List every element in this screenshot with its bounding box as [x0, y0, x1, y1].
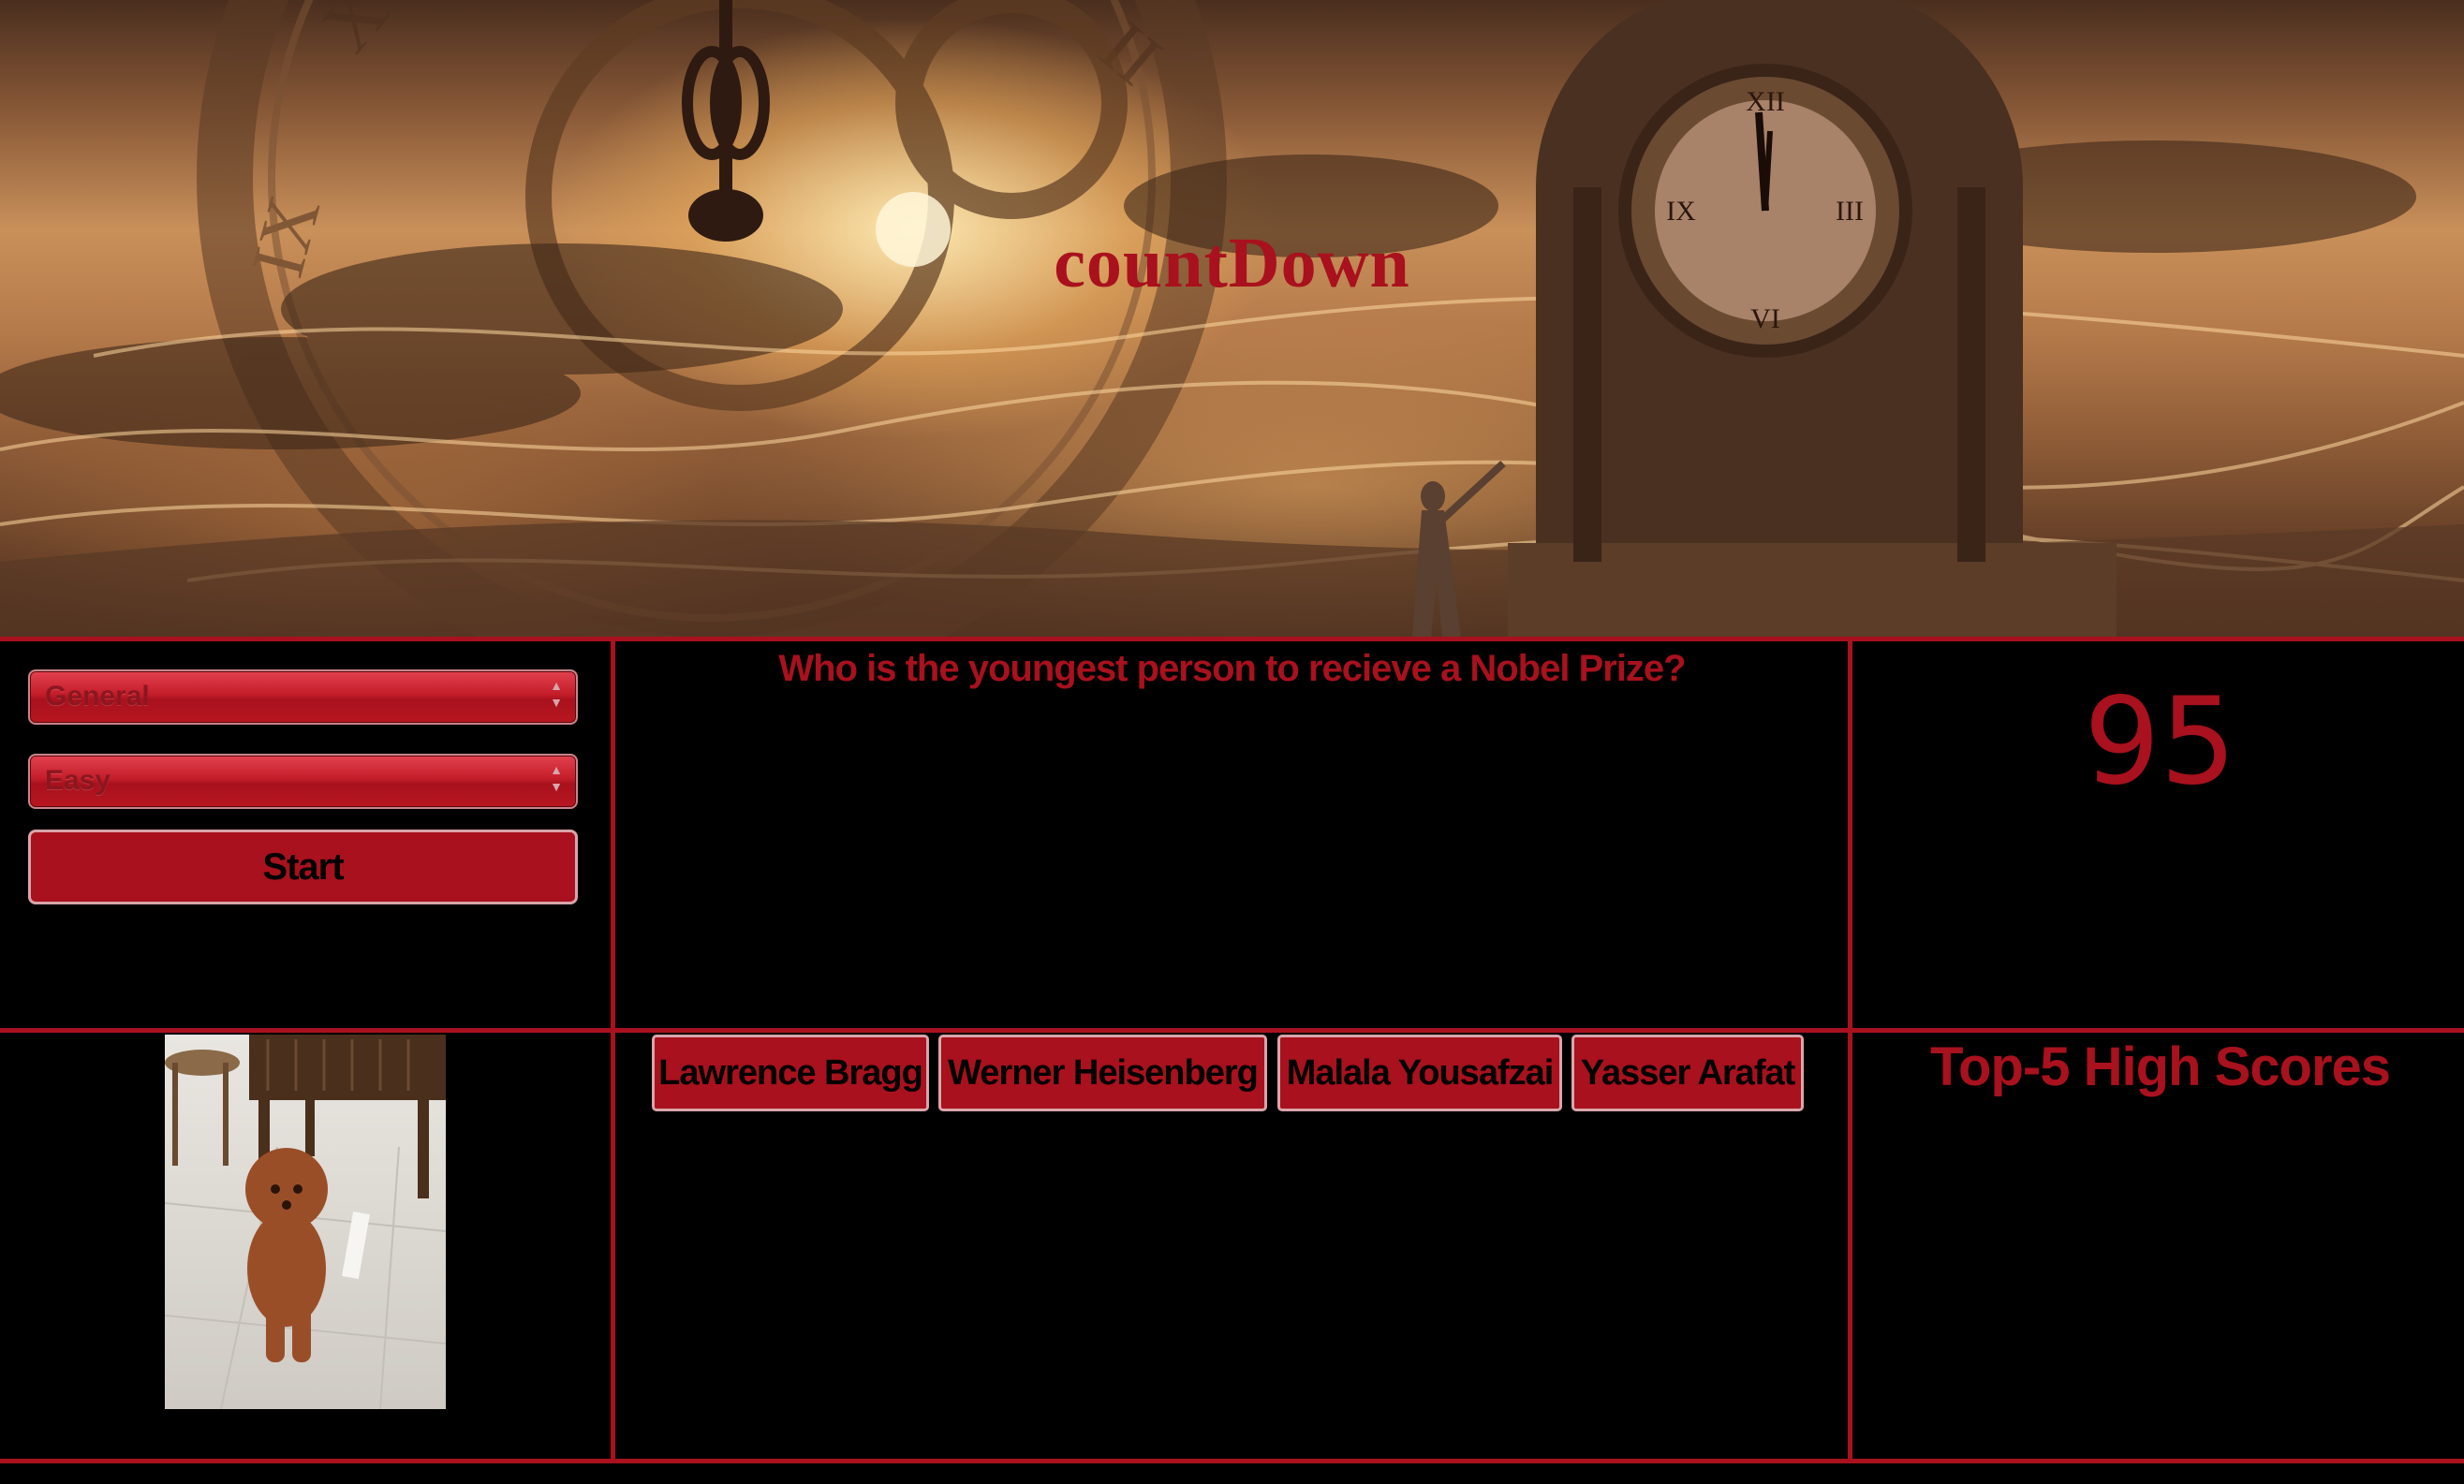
svg-text:XII: XII	[1746, 86, 1785, 117]
answer-button-4[interactable]: Yasser Arafat	[1571, 1035, 1804, 1111]
highscores-title: Top-5 High Scores	[1929, 1036, 2391, 1097]
grid-divider-right	[1848, 637, 1852, 1463]
grid-divider-top	[0, 637, 2464, 641]
category-select-value: General	[45, 681, 150, 712]
difficulty-select-value: Easy	[45, 765, 111, 796]
select-arrows-icon: ▲ ▼	[550, 762, 563, 794]
category-select[interactable]: General ▲ ▼	[28, 669, 578, 725]
start-button[interactable]: Start	[28, 830, 578, 904]
answer-button-3[interactable]: Malala Yousafzai	[1277, 1035, 1562, 1111]
header-banner: IX X II XII III VI IX countDown	[0, 0, 2464, 639]
question-text: Who is the youngest person to recieve a …	[778, 648, 1686, 689]
grid-divider-left	[611, 637, 615, 1463]
svg-text:X: X	[305, 0, 404, 67]
countdown-timer: 95	[2084, 672, 2236, 812]
app-title: countDown	[1054, 224, 1410, 302]
answer-button-2[interactable]: Werner Heisenberg	[938, 1035, 1267, 1111]
banner-artwork: IX X II XII III VI IX	[0, 0, 2464, 639]
svg-text:VI: VI	[1750, 303, 1780, 334]
grid-divider-middle	[0, 1028, 2464, 1033]
select-arrows-icon: ▲ ▼	[550, 678, 563, 710]
dog-photo	[165, 1035, 446, 1409]
grid-divider-bottom	[0, 1459, 2464, 1463]
clock-hand-ornament	[682, 0, 770, 242]
answer-button-1[interactable]: Lawrence Bragg	[652, 1035, 929, 1111]
difficulty-select[interactable]: Easy ▲ ▼	[28, 754, 578, 809]
